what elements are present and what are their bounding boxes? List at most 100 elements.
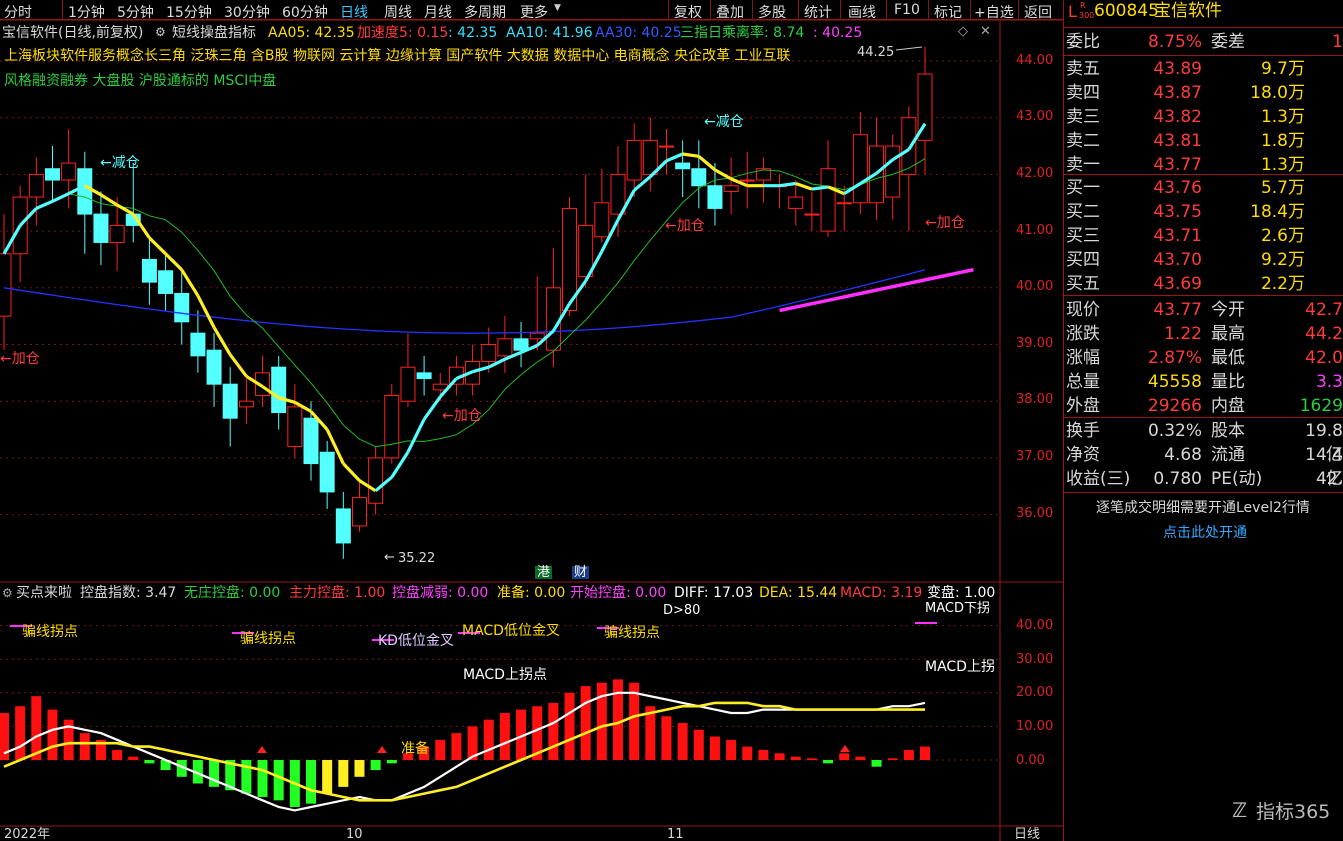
period-tab-more[interactable]: 更多 (520, 2, 548, 22)
diamond-icon[interactable]: ◇ (958, 25, 968, 38)
macd-bar (677, 723, 688, 760)
ask-row[interactable]: 卖二 43.81 1.8万 (1063, 129, 1343, 153)
ma-line (3, 158, 926, 448)
f10-button[interactable]: F10 (894, 2, 920, 18)
ask-row[interactable]: 卖一 43.77 1.3万 (1063, 153, 1343, 177)
ma5-segment (116, 203, 135, 216)
bid-price: 43.76 (1153, 178, 1202, 198)
up-arrow-marker (257, 746, 267, 753)
draw-line-button[interactable]: 画线 (848, 2, 876, 22)
stat-label: 股本 (1211, 421, 1245, 441)
sub-indicator-value: 控盘指数: 3.47 (80, 585, 177, 601)
sub-indicator-value: 开始控盘: 0.00 (570, 585, 667, 601)
bid-label: 买一 (1066, 178, 1100, 198)
stat-row: 收益(三) 0.780 PE(动) 42. (1063, 467, 1343, 491)
add-watchlist-button[interactable]: +自选 (974, 2, 1014, 22)
mark-button[interactable]: 标记 (934, 2, 962, 22)
statistics-button[interactable]: 统计 (804, 2, 832, 22)
macd-bar (580, 686, 591, 760)
macd-bar (790, 756, 801, 760)
macd-bar (15, 706, 26, 760)
ask-row[interactable]: 卖四 43.87 18.0万 (1063, 81, 1343, 105)
period-tab-monthly[interactable]: 月线 (424, 2, 452, 22)
stat-label: 收益(三) (1066, 469, 1131, 489)
level2-link[interactable]: 点击此处开通 (1163, 526, 1247, 540)
ma5-segment (196, 294, 216, 329)
sub-indicator-value: 主力控盘: 1.00 (289, 585, 386, 601)
ask-row[interactable]: 卖三 43.82 1.3万 (1063, 105, 1343, 129)
ask-label: 卖五 (1066, 59, 1100, 79)
ma5-segment (811, 185, 829, 191)
period-tab-multi[interactable]: 多周期 (464, 2, 506, 22)
macd-bar (370, 760, 381, 771)
ma5-segment (35, 199, 54, 210)
candle-body (675, 162, 691, 170)
up-arrow-marker (377, 746, 387, 753)
candle-body (723, 185, 739, 192)
overlay-button[interactable]: 叠加 (716, 2, 744, 22)
stat-value: 43.77 (1153, 300, 1202, 320)
finance-badge[interactable]: 财 (572, 566, 590, 579)
hk-connect-badge[interactable]: 港 (535, 566, 553, 579)
period-tab-5min[interactable]: 5分钟 (117, 2, 154, 22)
restore-rights-button[interactable]: 复权 (674, 2, 702, 22)
indicator-value: AA30: 40.25 (595, 25, 682, 41)
bid-volume: 5.7万 (1260, 178, 1305, 198)
stat-label: 总量 (1066, 372, 1100, 392)
ask-row[interactable]: 卖五 43.89 9.7万 (1063, 57, 1343, 81)
period-tab-weekly[interactable]: 周线 (384, 2, 412, 22)
sub-indicator-value: DEA: 15.44 (759, 585, 838, 601)
macd-bar (661, 716, 672, 760)
candle-body (351, 497, 367, 527)
kline-chart[interactable] (0, 0, 1063, 841)
stat-value: 1.22 (1164, 324, 1202, 344)
period-toolbar: 分时 1分钟 5分钟 15分钟 30分钟 60分钟 日线 周线 月线 多周期 更… (0, 0, 1063, 22)
ask-price: 43.82 (1153, 107, 1202, 127)
y-tick: 43.00 (1016, 109, 1054, 124)
candle-body (626, 139, 642, 181)
bid-row[interactable]: 买四 43.70 9.2万 (1063, 248, 1343, 272)
stat-value: 29266 (1147, 396, 1202, 416)
sub-indicator-value: 准备: 0.00 (497, 585, 566, 601)
ask-label: 卖二 (1066, 131, 1100, 151)
multi-stock-button[interactable]: 多股 (758, 2, 786, 22)
period-tab-daily[interactable]: 日线 (340, 2, 368, 22)
candle-body (691, 168, 707, 187)
level2-notice: 逐笔成交明细需要开通Level2行情 (1096, 500, 1310, 516)
period-tab-30min[interactable]: 30分钟 (224, 2, 270, 22)
back-button[interactable]: 返回 (1024, 2, 1052, 22)
sub-indicator-name[interactable]: 买点来啦 (16, 586, 72, 600)
gear-icon[interactable]: ⚙ (2, 587, 13, 599)
bid-row[interactable]: 买一 43.76 5.7万 (1063, 176, 1343, 200)
candle-body (28, 173, 44, 198)
stat-row: 外盘 29266 内盘 1629 (1063, 394, 1343, 418)
bid-row[interactable]: 买五 43.69 2.2万 (1063, 272, 1343, 296)
ask-label: 卖三 (1066, 107, 1100, 127)
ma5-segment (665, 152, 684, 163)
macd-bar (322, 760, 333, 794)
stat-row: 涨跌 1.22 最高 44.2 (1063, 322, 1343, 346)
period-tab-60min[interactable]: 60分钟 (282, 2, 328, 22)
ma-magenta (779, 267, 974, 313)
stat-value: 1629 (1299, 396, 1343, 416)
period-tab-minute[interactable]: 分时 (4, 2, 32, 22)
indicator-value: 三指日乘离率: 8.74 (680, 25, 805, 41)
add-position-label: ←加仓 (0, 351, 40, 367)
chevron-down-icon[interactable]: ▼ (554, 4, 561, 13)
weibi-value: 8.75% (1147, 32, 1202, 52)
ma5-segment (131, 213, 151, 239)
gear-icon[interactable]: ⚙ (155, 26, 166, 38)
bid-row[interactable]: 买三 43.71 2.6万 (1063, 224, 1343, 248)
close-icon[interactable]: ✕ (980, 25, 991, 38)
ask-volume: 1.3万 (1260, 155, 1305, 175)
indicator-name[interactable]: 短线操盘指标 (172, 26, 256, 40)
candle-body (739, 179, 755, 182)
period-tab-1min[interactable]: 1分钟 (68, 2, 105, 22)
period-tab-15min[interactable]: 15分钟 (166, 2, 212, 22)
candle-body (545, 287, 561, 351)
macd-bar (871, 760, 882, 767)
candle-body (658, 145, 674, 148)
bid-price: 43.75 (1153, 202, 1202, 222)
bid-row[interactable]: 买二 43.75 18.4万 (1063, 200, 1343, 224)
watermark-logo: ℤ (1232, 798, 1248, 822)
